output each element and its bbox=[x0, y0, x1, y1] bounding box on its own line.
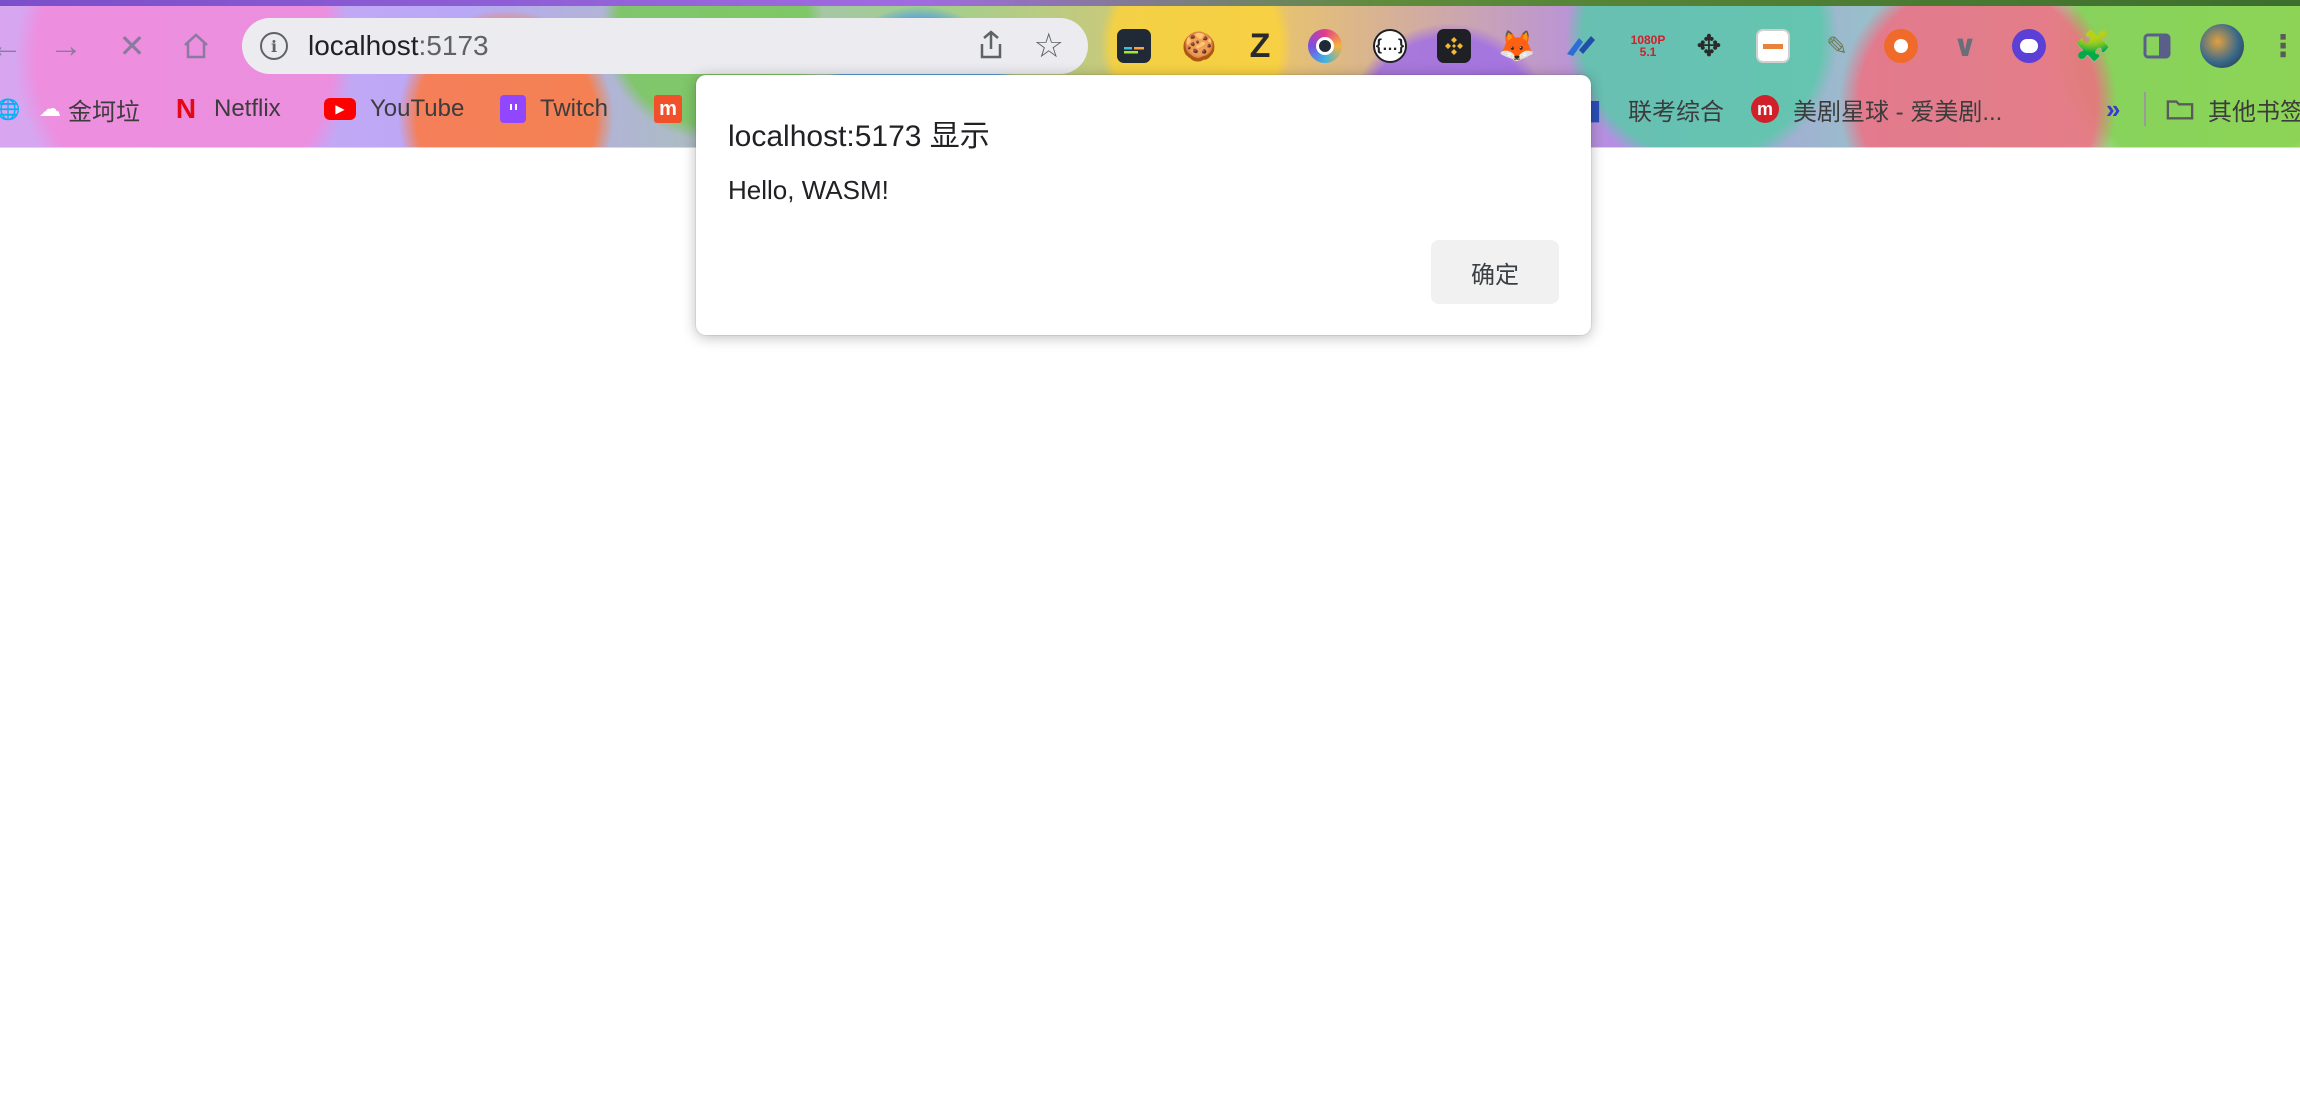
dialog-title: localhost:5173 显示 bbox=[728, 120, 990, 153]
bookmarks-divider bbox=[2144, 92, 2146, 126]
bookmark-item-netflix[interactable]: N Netflix bbox=[172, 92, 281, 126]
metamask-extension-icon[interactable]: 🦊 bbox=[1498, 29, 1535, 63]
twitch-icon bbox=[500, 95, 526, 123]
home-icon[interactable] bbox=[172, 22, 220, 70]
bookmark-item-jinkela[interactable]: ☁ 金坷垃 bbox=[36, 92, 140, 126]
folder-icon bbox=[2166, 95, 2194, 123]
mi-icon: m bbox=[654, 95, 682, 123]
back-icon[interactable]: ← bbox=[0, 22, 30, 70]
calendar-extension-icon[interactable] bbox=[1756, 29, 1790, 63]
calendar-header-bar bbox=[1763, 43, 1783, 49]
bookmark-item-twitch[interactable]: Twitch bbox=[500, 92, 608, 126]
binance-extension-icon[interactable] bbox=[1437, 29, 1471, 63]
camera-extension-icon[interactable] bbox=[1308, 29, 1342, 63]
bookmark-item-meiju[interactable]: m 美剧星球 - 爱美剧... bbox=[1751, 92, 2002, 126]
browser-menu-icon[interactable]: ⋮ bbox=[2266, 29, 2300, 63]
camera-lens bbox=[1316, 37, 1334, 55]
video-quality-extension-icon[interactable]: 1080P 5.1 bbox=[1628, 29, 1668, 63]
lifebuoy-center bbox=[1894, 39, 1908, 53]
z-extension-icon[interactable]: Z bbox=[1243, 27, 1277, 65]
confirm-button[interactable]: 确定 bbox=[1431, 240, 1559, 304]
bookmarks-overflow-button[interactable]: » bbox=[2106, 92, 2120, 126]
url-host: localhost bbox=[308, 30, 419, 61]
bookmark-item-youtube[interactable]: ▶ YouTube bbox=[324, 92, 464, 126]
side-panel-icon[interactable] bbox=[2140, 29, 2174, 63]
lifebuoy-extension-icon[interactable] bbox=[1884, 29, 1918, 63]
translate-extension-icon[interactable] bbox=[1564, 29, 1598, 63]
v-extension-icon[interactable]: ∨ bbox=[1948, 29, 1982, 63]
alert-dialog: localhost:5173 显示 Hello, WASM! 确定 bbox=[696, 75, 1591, 335]
dialog-message: Hello, WASM! bbox=[728, 175, 889, 205]
meiju-icon: m bbox=[1751, 95, 1779, 123]
address-url[interactable]: localhost:5173 bbox=[308, 30, 489, 62]
bookmark-label: Netflix bbox=[214, 95, 281, 122]
bookmark-star-icon[interactable]: ☆ bbox=[1034, 26, 1064, 66]
other-bookmarks-label: 其他书签 bbox=[2208, 98, 2300, 126]
bookmark-item-mi[interactable]: m bbox=[654, 92, 696, 126]
profile-avatar[interactable] bbox=[2200, 24, 2244, 68]
pen-extension-icon[interactable]: ✎ bbox=[1820, 29, 1854, 63]
url-port: :5173 bbox=[418, 30, 489, 61]
json-extension-icon[interactable]: {…} bbox=[1373, 29, 1407, 63]
site-info-icon[interactable]: i bbox=[260, 32, 288, 60]
globe-icon: 🌐 bbox=[0, 95, 22, 123]
youtube-icon: ▶ bbox=[324, 98, 356, 120]
cookie-extension-icon[interactable]: 🍪 bbox=[1182, 29, 1217, 63]
terminal-extension-icon[interactable] bbox=[1117, 29, 1151, 63]
netflix-icon: N bbox=[175, 93, 197, 124]
bookmark-label: 美剧星球 - 爱美剧... bbox=[1793, 98, 2003, 126]
bookmark-label: Twitch bbox=[540, 95, 609, 122]
bookmark-item-globe[interactable]: 🌐 bbox=[0, 92, 22, 126]
weather-icon: ☁ bbox=[39, 96, 61, 121]
address-bar[interactable]: i localhost:5173 ☆ bbox=[242, 18, 1088, 74]
tab-strip-edge bbox=[0, 0, 2300, 6]
video-quality-line2: 5.1 bbox=[1639, 45, 1657, 59]
chat-bubble bbox=[2020, 39, 2038, 53]
share-icon[interactable] bbox=[978, 30, 1004, 67]
bookmark-label: 联考综合 bbox=[1628, 98, 1724, 126]
bookmark-label: 金坷垃 bbox=[68, 98, 140, 126]
extensions-puzzle-icon[interactable]: 🧩 bbox=[2074, 29, 2111, 63]
forward-icon[interactable]: → bbox=[42, 22, 90, 70]
chat-extension-icon[interactable] bbox=[2012, 29, 2046, 63]
other-bookmarks-folder[interactable]: 其他书签 bbox=[2166, 92, 2300, 126]
bookmark-item-liankao[interactable]: ▮ 联考综合 bbox=[1580, 92, 1724, 126]
move-cursor-extension-icon[interactable]: ✥ bbox=[1692, 29, 1726, 63]
stop-loading-icon[interactable]: ✕ bbox=[108, 22, 156, 70]
bookmark-label: YouTube bbox=[370, 95, 465, 122]
